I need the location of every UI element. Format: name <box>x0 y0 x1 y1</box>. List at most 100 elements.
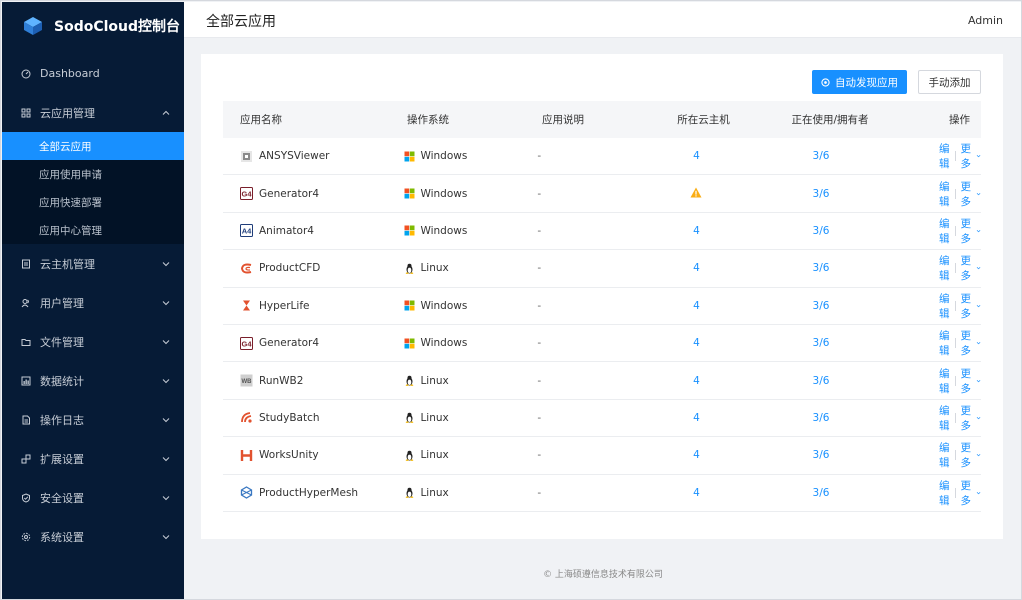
more-dropdown[interactable]: 更多 <box>961 440 982 470</box>
app-desc: - <box>537 411 542 424</box>
app-name-cell: ProductCFD <box>223 262 404 275</box>
usage-link[interactable]: 3/6 <box>813 225 830 237</box>
more-dropdown[interactable]: 更多 <box>961 291 982 321</box>
table-row[interactable]: ProductCFD Linux - 4 3/6 编辑 更多 <box>223 250 981 288</box>
studybatch-icon <box>240 411 253 424</box>
edit-link[interactable]: 编辑 <box>939 179 950 209</box>
table-row[interactable]: ProductHyperMesh Linux - 4 3/6 编辑 更多 <box>223 475 981 512</box>
table-row[interactable]: G4 Generator4 Windows - 3/6 编辑 更多 <box>223 175 982 213</box>
edit-link[interactable]: 编辑 <box>939 440 950 470</box>
edit-link[interactable]: 编辑 <box>939 141 950 171</box>
table-row[interactable]: WorksUnity Linux - 4 3/6 编辑 更多 <box>223 437 982 475</box>
sidebar-item-users[interactable]: 用户管理 <box>2 283 184 322</box>
app-name-cell: A4 Animator4 <box>223 224 404 238</box>
more-label: 更多 <box>960 180 972 208</box>
manual-add-button[interactable]: 手动添加 <box>918 70 981 94</box>
usage-link[interactable]: 3/6 <box>813 487 830 499</box>
host-cell: 4 <box>634 487 759 499</box>
sidebar-item-dashboard[interactable]: Dashboard <box>2 54 184 93</box>
ops-divider <box>955 487 956 498</box>
host-count-link[interactable]: 4 <box>693 375 700 387</box>
chevron-down-icon <box>976 192 981 195</box>
animator-icon: A4 <box>240 224 253 238</box>
more-dropdown[interactable]: 更多 <box>961 141 982 171</box>
host-count-link[interactable]: 4 <box>693 150 700 162</box>
more-dropdown[interactable]: 更多 <box>961 179 982 209</box>
host-count-link[interactable]: 4 <box>693 300 700 312</box>
auto-discover-button[interactable]: 自动发现应用 <box>812 70 907 94</box>
edit-link[interactable]: 编辑 <box>939 478 950 508</box>
edit-link[interactable]: 编辑 <box>939 366 950 396</box>
chevron-down-icon <box>162 378 170 383</box>
sidebar-subitem-app-center[interactable]: 应用中心管理 <box>2 216 184 244</box>
sidebar-item-security[interactable]: 安全设置 <box>2 478 184 517</box>
sidebar-item-label: 云主机管理 <box>40 257 95 271</box>
table-row[interactable]: ANSYSViewer Windows - 4 3/6 编辑 更多 <box>223 138 982 176</box>
table-row[interactable]: StudyBatch Linux - 4 3/6 编辑 更多 <box>223 400 982 438</box>
host-count-link[interactable]: 4 <box>693 487 700 499</box>
usage-link[interactable]: 3/6 <box>813 412 830 424</box>
usage-link[interactable]: 3/6 <box>813 449 830 461</box>
host-count-link[interactable]: 4 <box>693 262 700 274</box>
sidebar-item-extensions[interactable]: 扩展设置 <box>2 439 184 478</box>
sidebar-item-label: 文件管理 <box>40 335 84 349</box>
main-card: 自动发现应用 手动添加 应用名称 操作系统 应用说明 所在云主机 正在使用/拥有… <box>201 54 1003 539</box>
usage-link[interactable]: 3/6 <box>813 375 830 387</box>
host-cell <box>634 187 759 201</box>
more-label: 更多 <box>960 217 972 245</box>
table-row[interactable]: HyperLife Windows - 4 3/6 编辑 更多 <box>223 288 981 325</box>
app-name: StudyBatch <box>259 411 320 424</box>
sidebar-subitem-all-apps[interactable]: 全部云应用 <box>2 132 184 160</box>
sidebar-item-label: 安全设置 <box>40 491 84 505</box>
folder-icon <box>21 337 31 347</box>
ops-cell: 编辑 更多 <box>883 366 981 396</box>
usage-link[interactable]: 3/6 <box>813 300 830 312</box>
table-row[interactable]: WB RunWB2 Linux - 4 3/6 编辑 更多 <box>223 362 981 400</box>
os-name: Linux <box>420 374 449 387</box>
sidebar-item-statistics[interactable]: 数据统计 <box>2 361 184 400</box>
os-cell: Windows <box>404 225 537 237</box>
app-desc: - <box>537 187 542 200</box>
more-dropdown[interactable]: 更多 <box>961 366 982 396</box>
edit-link[interactable]: 编辑 <box>939 216 950 246</box>
more-dropdown[interactable]: 更多 <box>961 253 982 283</box>
usage-link[interactable]: 3/6 <box>813 188 830 200</box>
os-cell: Windows <box>404 150 537 162</box>
chevron-up-icon <box>162 110 170 115</box>
dashboard-icon <box>21 69 31 79</box>
edit-link[interactable]: 编辑 <box>939 403 950 433</box>
sidebar-subitem-quick-deploy[interactable]: 应用快速部署 <box>2 188 184 216</box>
sidebar-subitem-app-request[interactable]: 应用使用申请 <box>2 160 184 188</box>
edit-link[interactable]: 编辑 <box>939 253 950 283</box>
chevron-down-icon <box>162 339 170 344</box>
more-dropdown[interactable]: 更多 <box>961 478 982 508</box>
edit-link[interactable]: 编辑 <box>939 291 950 321</box>
sidebar-item-logs[interactable]: 操作日志 <box>2 400 184 439</box>
table-row[interactable]: G4 Generator4 Windows - 4 3/6 编辑 更多 <box>223 325 982 363</box>
logo: SodoCloud控制台 <box>2 2 184 50</box>
more-dropdown[interactable]: 更多 <box>961 328 982 358</box>
os-cell: Linux <box>404 487 537 499</box>
usage-link[interactable]: 3/6 <box>813 150 830 162</box>
sidebar-item-system[interactable]: 系统设置 <box>2 517 184 556</box>
linux-tux-icon <box>406 450 414 461</box>
more-dropdown[interactable]: 更多 <box>961 216 982 246</box>
ops-cell: 编辑 更多 <box>883 253 981 283</box>
usage-link[interactable]: 3/6 <box>813 262 830 274</box>
sidebar-item-cloud-apps[interactable]: 云应用管理 <box>2 93 184 132</box>
user-menu[interactable]: Admin <box>968 14 1003 27</box>
usage-link[interactable]: 3/6 <box>813 337 830 349</box>
more-dropdown[interactable]: 更多 <box>961 403 982 433</box>
sidebar-item-hosts[interactable]: 云主机管理 <box>2 244 184 283</box>
host-count-link[interactable]: 4 <box>693 412 700 424</box>
os-name: Windows <box>420 337 468 350</box>
app-name: Generator4 <box>259 337 320 350</box>
edit-link[interactable]: 编辑 <box>939 328 950 358</box>
table-row[interactable]: A4 Animator4 Windows - 4 3/6 编辑 更多 <box>223 213 982 251</box>
sidebar-item-files[interactable]: 文件管理 <box>2 322 184 361</box>
ansys-icon <box>240 150 253 163</box>
host-count-link[interactable]: 4 <box>693 225 700 237</box>
host-count-link[interactable]: 4 <box>693 337 700 349</box>
host-count-link[interactable]: 4 <box>693 449 700 461</box>
app-name-cell: ANSYSViewer <box>223 150 404 163</box>
